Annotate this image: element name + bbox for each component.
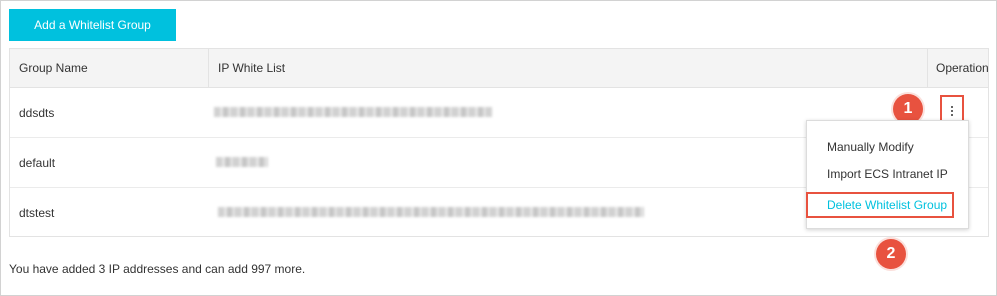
column-divider	[927, 49, 928, 87]
header-ip-white-list: IP White List	[218, 61, 286, 75]
group-name-cell: default	[19, 156, 56, 170]
menu-item-import-ecs-intranet-ip[interactable]: Import ECS Intranet IP	[807, 161, 968, 187]
operation-dropdown-menu: Manually Modify Import ECS Intranet IP D…	[806, 120, 969, 229]
group-name-cell: ddsdts	[19, 106, 55, 120]
callout-badge: 2	[876, 239, 906, 269]
more-dots-icon-dot	[951, 114, 953, 116]
header-operation: Operation	[936, 61, 989, 75]
header-group-name: Group Name	[19, 61, 88, 75]
redacted-ip-list	[216, 157, 268, 167]
more-dots-icon	[951, 106, 953, 108]
more-dots-icon-dot	[951, 110, 953, 112]
group-name-cell: dtstest	[19, 206, 55, 220]
menu-item-delete-whitelist-group[interactable]: Delete Whitelist Group	[806, 192, 954, 218]
ip-quota-status: You have added 3 IP addresses and can ad…	[9, 262, 306, 276]
redacted-ip-list	[218, 207, 644, 217]
add-whitelist-group-button[interactable]: Add a Whitelist Group	[9, 9, 176, 41]
table-header: Group Name IP White List Operation	[10, 49, 989, 88]
menu-item-manually-modify[interactable]: Manually Modify	[807, 134, 968, 160]
column-divider	[208, 49, 209, 87]
redacted-ip-list	[214, 107, 492, 117]
